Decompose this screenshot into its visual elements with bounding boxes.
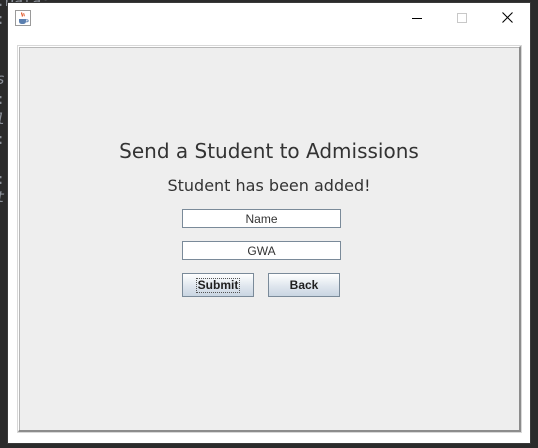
- code-line: l: [0, 112, 5, 127]
- window-content: Send a Student to Admissions Student has…: [8, 35, 530, 443]
- back-button-label: Back: [289, 278, 319, 292]
- minimize-icon: [412, 10, 422, 28]
- java-coffee-cup-icon[interactable]: [15, 10, 31, 26]
- status-message: Student has been added!: [167, 176, 371, 195]
- title-bar[interactable]: [8, 3, 530, 35]
- minimize-button[interactable]: [394, 3, 440, 35]
- code-line: :: [0, 132, 5, 147]
- code-line: :: [0, 172, 5, 187]
- code-line: :: [0, 92, 5, 107]
- gwa-field[interactable]: [182, 241, 341, 260]
- app-window: Send a Student to Admissions Student has…: [8, 3, 530, 443]
- close-button[interactable]: [484, 3, 530, 35]
- maximize-icon: [457, 10, 467, 28]
- name-field[interactable]: [182, 209, 341, 228]
- page-title: Send a Student to Admissions: [119, 139, 419, 163]
- form-panel: Send a Student to Admissions Student has…: [18, 46, 521, 432]
- code-line: t: [0, 190, 5, 205]
- maximize-button[interactable]: [439, 3, 485, 35]
- back-button[interactable]: Back: [268, 273, 340, 297]
- submit-button[interactable]: Submit: [182, 273, 254, 297]
- code-line: :: [0, 12, 5, 27]
- code-line: s: [0, 72, 5, 87]
- submit-button-label: Submit: [195, 277, 241, 293]
- close-icon: [501, 10, 513, 28]
